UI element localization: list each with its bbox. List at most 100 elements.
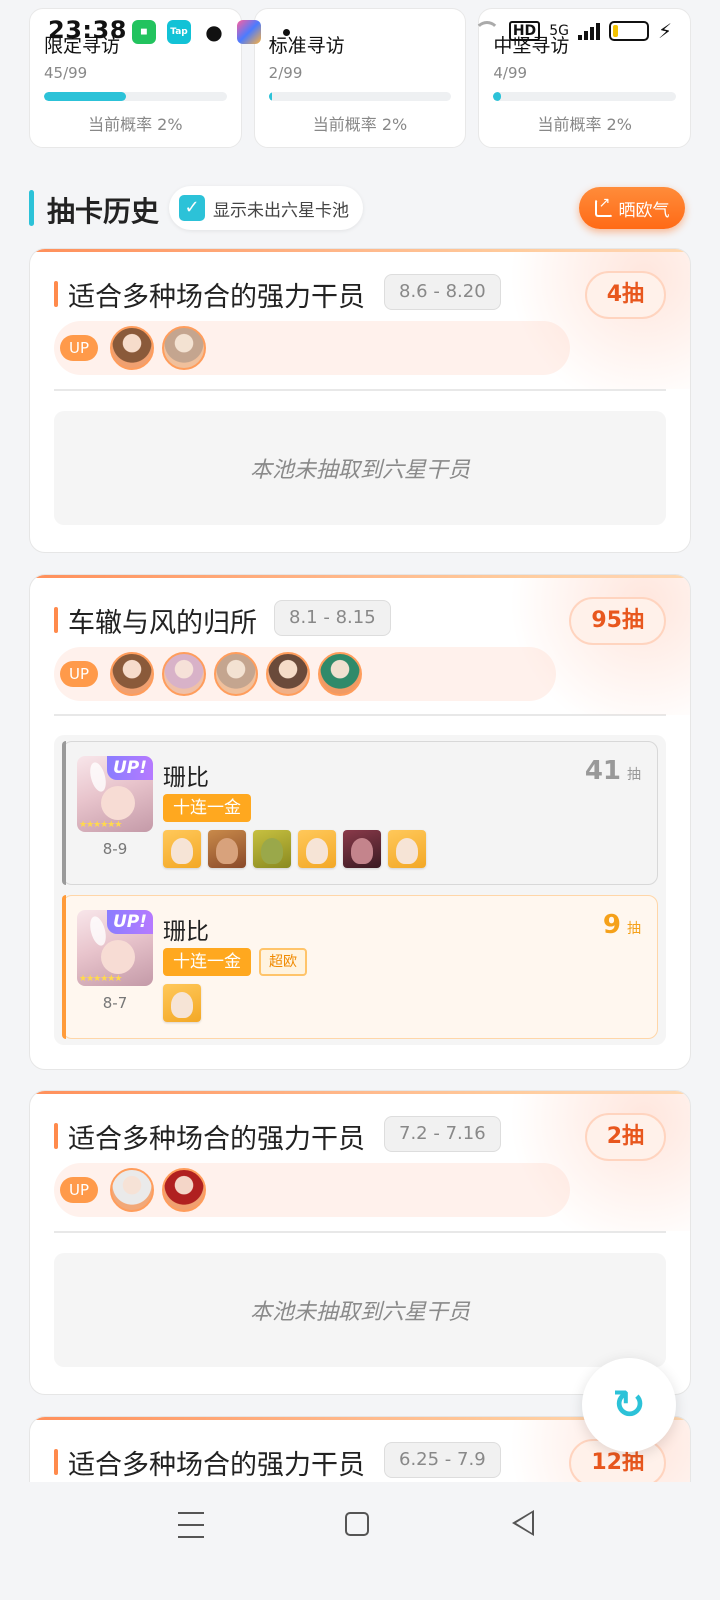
empty-result-text: 本池未抽取到六星干员: [62, 1259, 658, 1361]
pool-date: 7.2 - 7.16: [384, 1116, 501, 1152]
pool-accent-bar: [54, 1123, 58, 1149]
operator-thumbnail: [298, 830, 336, 868]
stat-progress-fill: [268, 92, 273, 101]
up-badge: UP: [60, 661, 98, 687]
network-label: 5G: [549, 23, 569, 39]
pool-card[interactable]: 适合多种场合的强力干员 8.6 - 8.20 4抽 UP 本池未抽取到六星干员: [29, 248, 691, 553]
status-right: HD 5G ⚡: [473, 18, 672, 44]
operator-avatar[interactable]: [110, 652, 154, 696]
tap-icon: Tap: [167, 20, 191, 44]
up-operators-strip: UP: [54, 1163, 570, 1217]
operator-avatar[interactable]: [162, 652, 206, 696]
six-star-record[interactable]: UP! ★★★★★★ 8-7 珊比 十连一金 超欧 9抽: [62, 895, 658, 1039]
wifi-icon: [473, 21, 500, 41]
stat-progress-fill: [493, 92, 501, 101]
pool-name: 适合多种场合的强力干员: [68, 282, 365, 313]
stat-count: 4/99: [493, 64, 528, 82]
show-no-six-star-toggle[interactable]: ✓ 显示未出六星卡池: [169, 186, 363, 230]
pool-date: 6.25 - 7.9: [384, 1442, 501, 1478]
operator-avatar[interactable]: [110, 1168, 154, 1212]
pool-date: 8.6 - 8.20: [384, 274, 501, 310]
notification-dot-icon: [283, 29, 290, 36]
up-operators-strip: UP: [54, 647, 556, 701]
charging-icon: ⚡: [657, 19, 672, 43]
stat-progress-fill: [44, 92, 127, 101]
signal-icon: [577, 22, 600, 40]
history-title: 抽卡历史: [47, 195, 160, 228]
empty-result-text: 本池未抽取到六星干员: [62, 417, 658, 519]
share-luck-button[interactable]: 晒欧气: [579, 187, 685, 229]
up-badge: UP: [60, 335, 98, 361]
stat-progress-bar: [268, 92, 452, 101]
stat-count: 45/99: [44, 64, 88, 82]
record-pull-count: 41 抽: [585, 756, 641, 786]
divider: [54, 389, 666, 391]
menu-icon[interactable]: [178, 1512, 204, 1538]
pull-number: 9: [602, 910, 621, 940]
pool-pull-count: 2抽: [584, 1113, 666, 1161]
checkbox-checked-icon[interactable]: ✓: [179, 195, 205, 221]
pool-card[interactable]: 适合多种场合的强力干员 7.2 - 7.16 2抽 UP 本池未抽取到六星干员: [29, 1090, 691, 1395]
operator-name: 珊比: [163, 919, 209, 945]
stat-count: 2/99: [268, 64, 303, 82]
divider: [54, 1231, 666, 1233]
empty-result-box: 本池未抽取到六星干员: [54, 411, 666, 525]
wechat-green-icon: ◼: [132, 20, 156, 44]
share-label: 晒欧气: [618, 200, 670, 221]
pull-number: 41: [584, 756, 621, 786]
pull-unit: 抽: [627, 767, 641, 783]
record-date: 8-7: [102, 994, 128, 1012]
rarity-stars: ★★★★★★: [79, 820, 122, 830]
super-lucky-tag: 超欧: [259, 948, 307, 976]
photos-icon: [237, 20, 261, 44]
divider: [54, 714, 666, 716]
ten-pull-gold-tag: 十连一金: [163, 794, 251, 822]
empty-result-box: 本池未抽取到六星干员: [54, 1253, 666, 1367]
share-icon: [594, 195, 613, 217]
refresh-icon: ↻: [612, 1382, 646, 1428]
operator-thumbnail: [343, 830, 381, 868]
pool-name: 车辙与风的归所: [68, 608, 257, 639]
record-pull-count: 9抽: [603, 910, 641, 940]
operator-thumbnail: [388, 830, 426, 868]
six-star-records: UP! ★★★★★★ 8-9 珊比 十连一金 41 抽 UP! ★★★★★★ 8…: [54, 735, 666, 1045]
status-bar: 23:38 ◼ Tap ● HD 5G ⚡: [0, 0, 720, 56]
up-operators-strip: UP: [54, 321, 570, 375]
operator-avatar[interactable]: [162, 1168, 206, 1212]
pool-accent-bar: [54, 607, 58, 633]
operator-avatar[interactable]: [214, 652, 258, 696]
pool-pull-count: 4抽: [584, 271, 666, 319]
home-icon[interactable]: [345, 1512, 369, 1536]
stat-progress-bar: [44, 92, 227, 101]
operator-thumbnail: [253, 830, 291, 868]
operator-avatar[interactable]: [266, 652, 310, 696]
back-icon[interactable]: [512, 1510, 534, 1536]
pool-pull-count: 95抽: [569, 597, 666, 645]
wechat-icon: ●: [205, 20, 223, 44]
operator-thumbnail: [163, 984, 201, 1022]
section-accent-bar: [29, 190, 34, 226]
up-tag: UP!: [106, 756, 153, 780]
show-no-six-star-label: 显示未出六星卡池: [213, 200, 349, 221]
ten-pull-results: [163, 830, 426, 868]
history-header: 抽卡历史 ✓ 显示未出六星卡池 晒欧气: [29, 186, 685, 230]
operator-name: 珊比: [163, 765, 209, 791]
six-star-record[interactable]: UP! ★★★★★★ 8-9 珊比 十连一金 41 抽: [62, 741, 658, 885]
operator-avatar[interactable]: [318, 652, 362, 696]
operator-portrait: UP! ★★★★★★: [77, 756, 153, 832]
ten-pull-gold-tag: 十连一金: [163, 948, 251, 976]
stat-rate: 当前概率 2%: [537, 115, 632, 134]
pool-accent-bar: [54, 1449, 58, 1475]
stat-rate: 当前概率 2%: [312, 115, 408, 134]
up-badge: UP: [60, 1177, 98, 1203]
operator-avatar[interactable]: [110, 326, 154, 370]
pool-card[interactable]: 车辙与风的归所 8.1 - 8.15 95抽 UP UP! ★★★★★★ 8-9…: [29, 574, 691, 1070]
pull-unit: 抽: [627, 921, 641, 937]
battery-icon: [608, 21, 649, 41]
hd-icon: HD: [508, 21, 541, 41]
ten-pull-results: [163, 984, 201, 1022]
operator-avatar[interactable]: [162, 326, 206, 370]
refresh-button[interactable]: ↻: [582, 1358, 676, 1452]
pool-name: 适合多种场合的强力干员: [68, 1450, 365, 1481]
pool-name: 适合多种场合的强力干员: [68, 1124, 365, 1155]
